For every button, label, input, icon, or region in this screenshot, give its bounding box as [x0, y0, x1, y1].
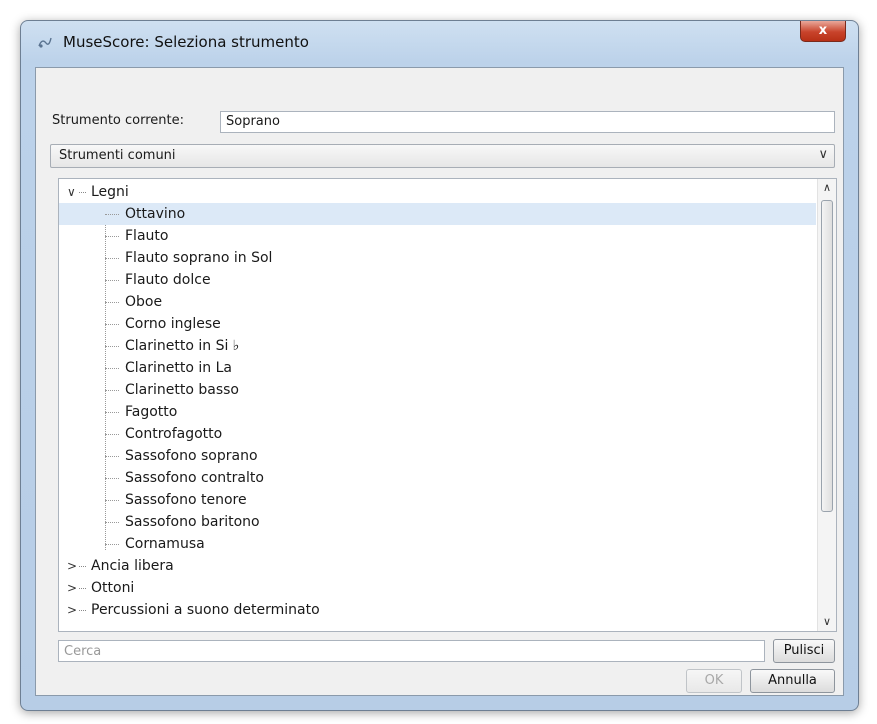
- chevron-right-icon[interactable]: >: [67, 577, 77, 599]
- tree-group-label: Legni: [91, 184, 129, 200]
- tree-group-ottoni[interactable]: > Ottoni: [59, 577, 816, 599]
- tree-item-label: Cornamusa: [125, 536, 205, 552]
- tree-item-label: Controfagotto: [125, 426, 223, 442]
- tree-item[interactable]: Clarinetto in La: [59, 357, 816, 379]
- expand-toggle-icon[interactable]: ∨: [67, 181, 76, 203]
- dialog-window: MuseScore: Seleziona strumento x Strumen…: [20, 20, 859, 711]
- tree-item[interactable]: Corno inglese: [59, 313, 816, 335]
- tree-item[interactable]: Flauto dolce: [59, 269, 816, 291]
- title-bar[interactable]: MuseScore: Seleziona strumento x: [21, 21, 858, 61]
- tree-item-label: Sassofono contralto: [125, 470, 264, 486]
- cancel-button[interactable]: Annulla: [750, 669, 835, 693]
- tree-item-label: Sassofono soprano: [125, 448, 258, 464]
- search-input[interactable]: [58, 640, 765, 662]
- tree-group-legni[interactable]: ∨ Legni: [59, 181, 816, 203]
- tree-connector: [79, 192, 86, 193]
- scrollbar-thumb[interactable]: [821, 200, 833, 512]
- instrument-filter-value: Strumenti comuni: [59, 148, 176, 163]
- tree-item[interactable]: Sassofono tenore: [59, 489, 816, 511]
- close-button[interactable]: x: [800, 21, 846, 42]
- tree-item-label: Flauto: [125, 228, 169, 244]
- tree-item[interactable]: Cornamusa: [59, 533, 816, 555]
- tree-item[interactable]: Flauto: [59, 225, 816, 247]
- tree-item-label: Sassofono tenore: [125, 492, 247, 508]
- tree-item[interactable]: Sassofono contralto: [59, 467, 816, 489]
- instrument-tree[interactable]: ∨ Legni Ottavino Flauto Flauto soprano i…: [58, 178, 837, 632]
- tree-scrollbar[interactable]: ∧ ∨: [817, 179, 836, 631]
- chevron-right-icon[interactable]: >: [67, 555, 77, 577]
- ok-button[interactable]: OK: [686, 669, 742, 693]
- tree-item-label: Oboe: [125, 294, 163, 310]
- tree-item-label: Flauto soprano in Sol: [125, 250, 273, 266]
- instrument-filter-dropdown[interactable]: Strumenti comuni ∨: [50, 144, 835, 168]
- tree-item[interactable]: Clarinetto in Si ♭: [59, 335, 816, 357]
- window-title: MuseScore: Seleziona strumento: [63, 33, 309, 51]
- chevron-right-icon[interactable]: >: [67, 599, 77, 621]
- tree-item-label: Clarinetto basso: [125, 382, 239, 398]
- clear-button[interactable]: Pulisci: [773, 639, 835, 663]
- tree-group-label: Ottoni: [91, 580, 135, 596]
- tree-group-percussioni[interactable]: > Percussioni a suono determinato: [59, 599, 816, 621]
- tree-group-ancia-libera[interactable]: > Ancia libera: [59, 555, 816, 577]
- current-instrument-label: Strumento corrente:: [52, 113, 185, 128]
- tree-item-label: Ottavino: [125, 206, 186, 222]
- musescore-icon: [37, 34, 53, 50]
- tree-item[interactable]: Clarinetto basso: [59, 379, 816, 401]
- tree-item[interactable]: Flauto soprano in Sol: [59, 247, 816, 269]
- tree-connector: [79, 566, 86, 567]
- chevron-down-icon: ∨: [818, 147, 828, 162]
- tree-connector: [79, 610, 86, 611]
- scroll-down-icon[interactable]: ∨: [818, 613, 836, 631]
- scroll-up-icon[interactable]: ∧: [818, 179, 836, 197]
- tree-item-label: Clarinetto in Si ♭: [125, 338, 240, 354]
- tree-connector: [79, 588, 86, 589]
- tree-item[interactable]: Fagotto: [59, 401, 816, 423]
- tree-item[interactable]: Controfagotto: [59, 423, 816, 445]
- tree-item-label: Corno inglese: [125, 316, 221, 332]
- tree-item[interactable]: Sassofono baritono: [59, 511, 816, 533]
- current-instrument-field[interactable]: Soprano: [220, 111, 835, 133]
- tree-item[interactable]: Sassofono soprano: [59, 445, 816, 467]
- tree-item[interactable]: Ottavino: [59, 203, 816, 225]
- tree-item-label: Fagotto: [125, 404, 178, 420]
- tree-group-label: Ancia libera: [91, 558, 174, 574]
- tree-item-label: Flauto dolce: [125, 272, 211, 288]
- tree-item-label: Sassofono baritono: [125, 514, 260, 530]
- tree-item-label: Clarinetto in La: [125, 360, 232, 376]
- tree-item[interactable]: Oboe: [59, 291, 816, 313]
- tree-group-label: Percussioni a suono determinato: [91, 602, 320, 618]
- dialog-client-area: Strumento corrente: Soprano Strumenti co…: [35, 67, 844, 696]
